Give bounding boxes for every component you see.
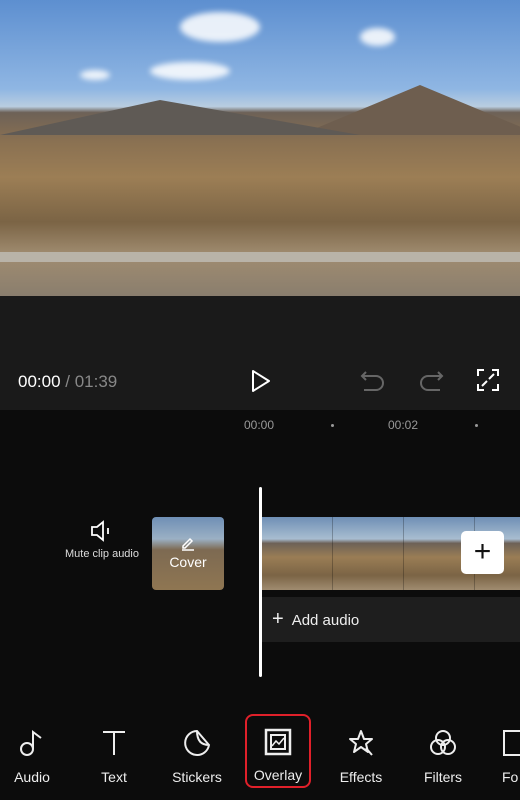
tool-label: Overlay: [253, 767, 303, 783]
tool-overlay[interactable]: Overlay: [245, 714, 311, 788]
tool-label: Audio: [14, 769, 50, 785]
cloud: [150, 62, 230, 80]
cloud: [80, 70, 110, 80]
tool-label: Fo: [502, 769, 519, 785]
overlay-icon: [264, 728, 292, 756]
text-icon: [103, 731, 125, 755]
tool-stickers[interactable]: Stickers: [162, 728, 232, 785]
total-time: 01:39: [74, 372, 118, 391]
tool-filters[interactable]: Filters: [408, 728, 478, 785]
cover-button[interactable]: Cover: [152, 517, 224, 590]
time-separator: /: [60, 372, 75, 391]
mute-clip-audio-button[interactable]: Mute clip audio: [62, 520, 142, 561]
tick-label: 00:02: [388, 418, 419, 432]
plus-icon: +: [272, 608, 284, 630]
tool-label: Stickers: [172, 769, 222, 785]
speaker-icon: [91, 520, 109, 542]
mountain: [0, 100, 360, 135]
tool-label: Text: [101, 769, 127, 785]
filters-icon: [430, 730, 456, 755]
fullscreen-icon[interactable]: [477, 369, 499, 391]
mute-label: Mute clip audio: [65, 548, 139, 560]
player-controls: 00:00 / 01:39: [0, 296, 520, 410]
tool-effects[interactable]: Effects: [326, 728, 396, 785]
undo-icon[interactable]: [360, 370, 386, 392]
time-display: 00:00 / 01:39: [18, 372, 117, 392]
add-audio-label: Add audio: [291, 612, 360, 629]
tool-audio[interactable]: Audio: [0, 728, 67, 785]
video-preview[interactable]: [0, 0, 520, 296]
tool-label: Effects: [339, 769, 383, 785]
edit-pencil-icon: [182, 537, 194, 551]
tick-dot: [475, 424, 478, 427]
tool-format[interactable]: Fo: [486, 728, 520, 785]
play-icon[interactable]: [248, 369, 272, 393]
railing: [0, 252, 520, 262]
add-clip-button[interactable]: +: [461, 531, 504, 574]
redo-icon[interactable]: [418, 370, 444, 392]
cloud: [360, 28, 395, 46]
format-icon: [503, 730, 520, 756]
add-audio-button[interactable]: + Add audio: [262, 597, 520, 642]
tool-label: Filters: [423, 769, 463, 785]
plus-icon: +: [473, 535, 492, 568]
music-note-icon: [20, 730, 42, 756]
cloud: [180, 12, 260, 42]
playhead[interactable]: [259, 487, 262, 677]
tick-label: 00:00: [244, 418, 275, 432]
bottom-toolbar: Audio Text Stickers Overlay Effects Filt…: [0, 710, 520, 800]
sticker-icon: [184, 729, 211, 756]
current-time: 00:00: [18, 372, 61, 391]
tool-text[interactable]: Text: [79, 728, 149, 785]
tick-dot: [331, 424, 334, 427]
cover-label: Cover: [169, 554, 207, 570]
timeline[interactable]: 00:00 00:02 Mute clip audio Cover + + Add…: [0, 410, 520, 710]
effects-star-icon: [349, 730, 373, 756]
